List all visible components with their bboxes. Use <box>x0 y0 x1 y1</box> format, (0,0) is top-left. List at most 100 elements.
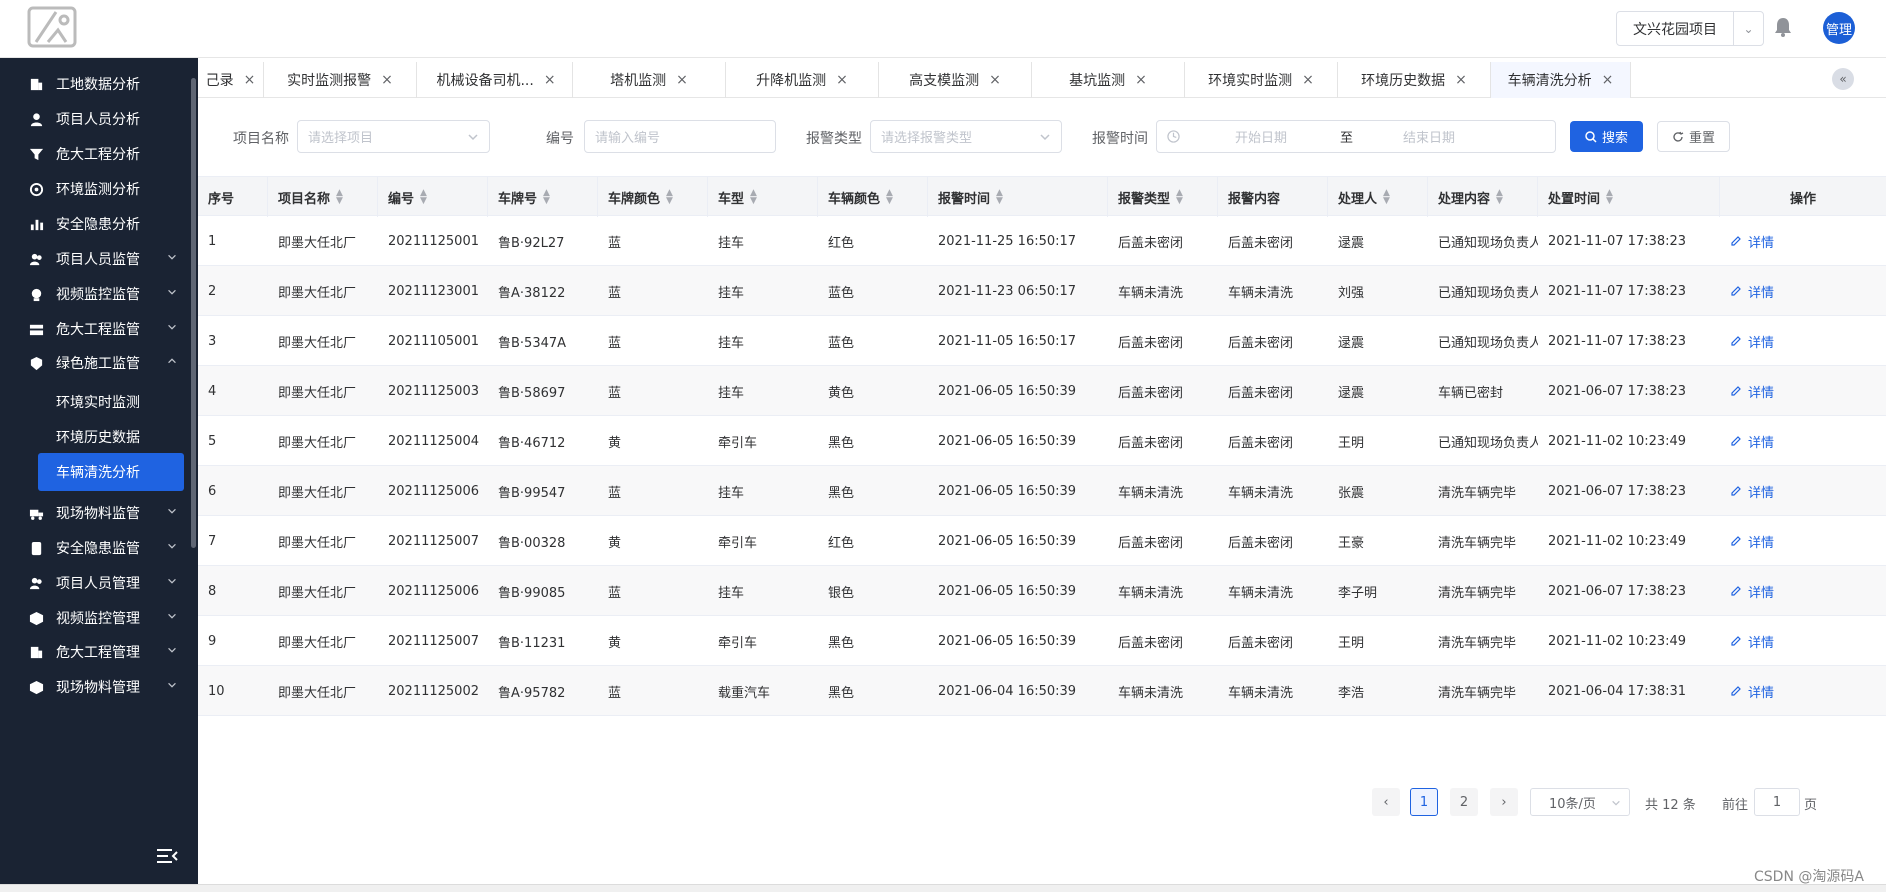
close-icon[interactable]: × <box>544 72 556 88</box>
table-cell: 2021-06-07 17:38:23 <box>1548 583 1687 599</box>
tab[interactable]: 基坑监测 × <box>1032 62 1185 98</box>
next-page-button[interactable]: › <box>1490 788 1518 816</box>
close-icon[interactable]: × <box>989 72 1001 88</box>
sidebar-item[interactable]: 项目人员管理 <box>0 563 190 603</box>
detail-link[interactable]: 详情 <box>1720 516 1886 566</box>
sort-icon[interactable]: ▲ ▼ <box>1496 189 1503 206</box>
sidebar-item[interactable]: 环境监测分析 <box>0 169 190 209</box>
detail-link[interactable]: 详情 <box>1720 416 1886 466</box>
page-2-button[interactable]: 2 <box>1450 788 1478 816</box>
sidebar-item[interactable]: 安全隐患分析 <box>0 204 190 244</box>
close-icon[interactable]: × <box>381 72 393 88</box>
close-icon[interactable]: × <box>836 72 848 88</box>
avatar[interactable]: 管理 <box>1823 12 1855 44</box>
tab[interactable]: 高支模监测 × <box>879 62 1032 98</box>
close-icon[interactable]: × <box>1302 72 1314 88</box>
prev-page-button[interactable]: ‹ <box>1372 788 1400 816</box>
sort-icon[interactable]: ▲ ▼ <box>886 189 893 206</box>
table-cell: 已通知现场负责人 <box>1438 285 1538 301</box>
sidebar-scrollbar[interactable] <box>191 78 196 548</box>
table-cell: 1 <box>208 233 217 249</box>
detail-link[interactable]: 详情 <box>1720 316 1886 366</box>
tabs-collapse-icon[interactable]: « <box>1832 68 1854 90</box>
sidebar-subitem[interactable]: 环境历史数据 <box>38 418 184 456</box>
code-input[interactable]: 请输入编号 <box>584 120 776 153</box>
detail-link[interactable]: 详情 <box>1720 266 1886 316</box>
column-header[interactable]: 处理人 ▲ ▼ <box>1328 177 1428 217</box>
detail-link[interactable]: 详情 <box>1720 616 1886 666</box>
reset-button[interactable]: 重置 <box>1657 121 1730 152</box>
sidebar-item[interactable]: 视频监控监管 <box>0 274 190 314</box>
tab[interactable]: 车辆清洗分析 × <box>1491 62 1631 98</box>
tab[interactable]: 升降机监测 × <box>726 62 879 98</box>
sidebar-item[interactable]: 现场物料管理 <box>0 667 190 707</box>
tab[interactable]: 己录 × <box>198 62 264 98</box>
column-header[interactable]: 报警时间 ▲ ▼ <box>928 177 1108 217</box>
detail-link[interactable]: 详情 <box>1720 466 1886 516</box>
sidebar-item[interactable]: 现场物料监管 <box>0 493 190 533</box>
sidebar-subitem[interactable]: 环境实时监测 <box>38 383 184 421</box>
close-icon[interactable]: × <box>244 72 256 88</box>
page-1-button[interactable]: 1 <box>1410 788 1438 816</box>
sort-icon[interactable]: ▲ ▼ <box>420 189 427 206</box>
sidebar-item[interactable]: 项目人员分析 <box>0 99 190 139</box>
column-header[interactable]: 报警类型 ▲ ▼ <box>1108 177 1218 217</box>
table-cell: 清洗车辆完毕 <box>1438 585 1517 601</box>
detail-link[interactable]: 详情 <box>1720 216 1886 266</box>
tab[interactable]: 实时监测报警 × <box>264 62 417 98</box>
close-icon[interactable]: × <box>676 72 688 88</box>
project-select[interactable]: 文兴花园项目 ⌄ <box>1616 11 1764 46</box>
status-bar <box>0 884 1886 892</box>
table-cell: 逯震 <box>1338 335 1365 351</box>
sort-icon[interactable]: ▲ ▼ <box>666 189 673 206</box>
table-cell: 20211125006 <box>388 583 479 599</box>
column-header[interactable]: 车牌号 ▲ ▼ <box>488 177 598 217</box>
sort-icon[interactable]: ▲ ▼ <box>1606 189 1613 206</box>
person-icon <box>28 111 44 127</box>
column-header[interactable]: 车型 ▲ ▼ <box>708 177 818 217</box>
tab[interactable]: 环境历史数据 × <box>1338 62 1491 98</box>
menu-collapse-icon[interactable] <box>156 848 178 864</box>
sidebar-item-label: 环境监测分析 <box>56 182 140 198</box>
column-header[interactable]: 编号 ▲ ▼ <box>378 177 488 217</box>
tab[interactable]: 机械设备司机... × <box>420 62 573 98</box>
detail-link[interactable]: 详情 <box>1720 666 1886 716</box>
column-header[interactable]: 处理内容 ▲ ▼ <box>1428 177 1538 217</box>
edit-icon <box>1731 336 1741 346</box>
close-icon[interactable]: × <box>1135 72 1147 88</box>
sort-icon[interactable]: ▲ ▼ <box>336 189 343 206</box>
column-header[interactable]: 处置时间 ▲ ▼ <box>1538 177 1720 217</box>
bell-icon[interactable] <box>1774 17 1792 37</box>
sidebar-item[interactable]: 危大工程管理 <box>0 632 190 672</box>
sidebar-item[interactable]: 项目人员监管 <box>0 239 190 279</box>
sidebar-item[interactable]: 安全隐患监管 <box>0 528 190 568</box>
tab[interactable]: 塔机监测 × <box>573 62 726 98</box>
alarm-time-range[interactable]: 开始日期 至 结束日期 <box>1156 120 1556 153</box>
sort-icon[interactable]: ▲ ▼ <box>996 189 1003 206</box>
detail-link[interactable]: 详情 <box>1720 366 1886 416</box>
sort-icon[interactable]: ▲ ▼ <box>543 189 550 206</box>
page-size-select[interactable]: 10条/页 <box>1530 788 1630 816</box>
sort-icon[interactable]: ▲ ▼ <box>750 189 757 206</box>
sort-icon[interactable]: ▲ ▼ <box>1176 189 1183 206</box>
close-icon[interactable]: × <box>1455 72 1467 88</box>
table-row: 5 即墨大任北厂 20211125004 鲁B·46712 黄 牵引车 黑色 2021-06-… <box>198 416 1886 466</box>
tab[interactable]: 环境实时监测 × <box>1185 62 1338 98</box>
sidebar-subitem[interactable]: 车辆清洗分析 <box>38 453 184 491</box>
sidebar-item-label: 工地数据分析 <box>56 77 140 93</box>
sort-icon[interactable]: ▲ ▼ <box>1383 189 1390 206</box>
table-cell: 20211125004 <box>388 433 479 449</box>
column-header[interactable]: 车牌颜色 ▲ ▼ <box>598 177 708 217</box>
search-button[interactable]: 搜索 <box>1570 121 1643 152</box>
project-name-select[interactable]: 请选择项目 <box>297 120 490 153</box>
column-header[interactable]: 车辆颜色 ▲ ▼ <box>818 177 928 217</box>
goto-page-input[interactable]: 1 <box>1754 788 1800 816</box>
close-icon[interactable]: × <box>1602 72 1614 88</box>
sidebar-item[interactable]: 危大工程分析 <box>0 134 190 174</box>
sidebar-item-label: 安全隐患分析 <box>56 217 140 233</box>
detail-link[interactable]: 详情 <box>1720 566 1886 616</box>
sidebar-item[interactable]: 绿色施工监管 <box>0 343 190 383</box>
column-header[interactable]: 项目名称 ▲ ▼ <box>268 177 378 217</box>
sidebar-item[interactable]: 工地数据分析 <box>0 64 190 104</box>
alarm-type-select[interactable]: 请选择报警类型 <box>870 120 1062 153</box>
